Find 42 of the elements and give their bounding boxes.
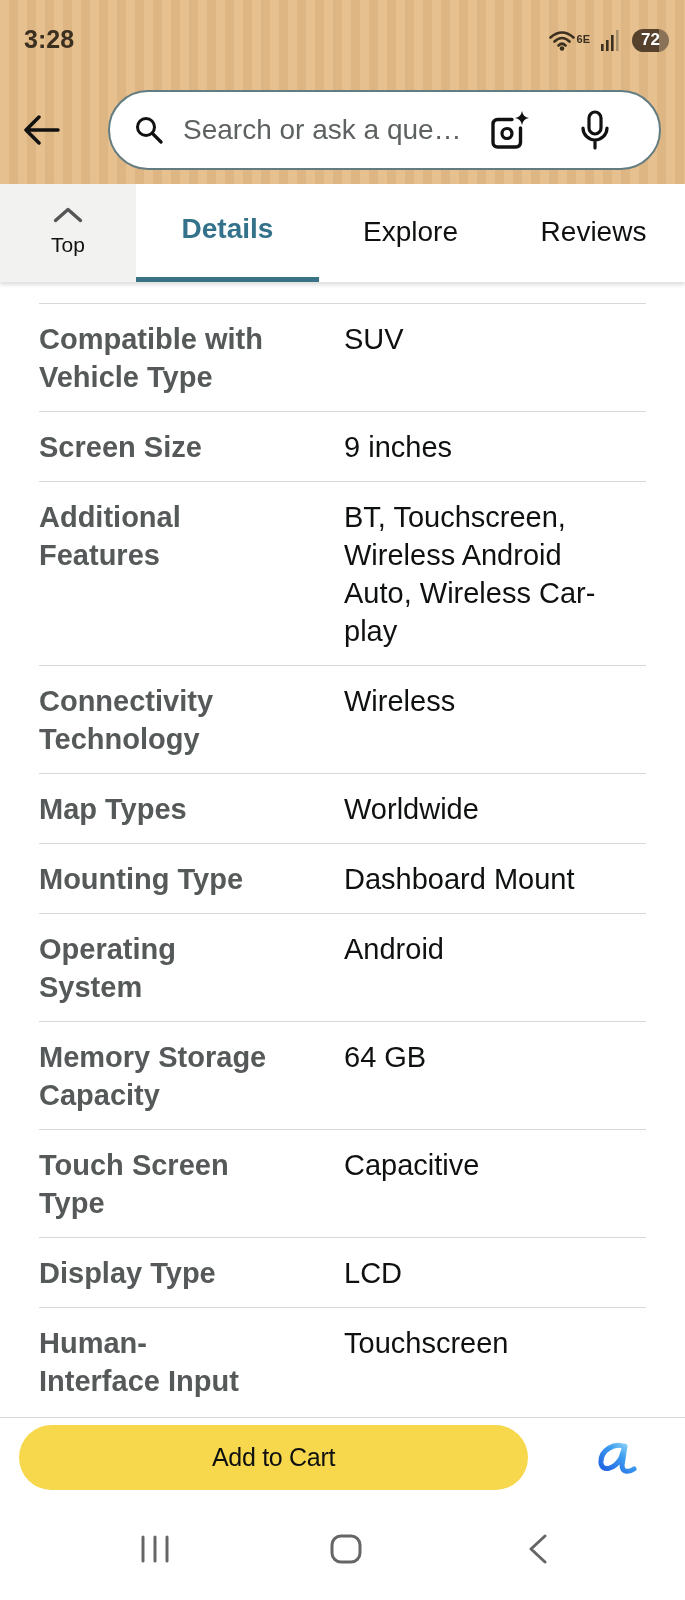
spec-label: Screen Size	[39, 430, 203, 465]
spec-label: Human-Interface Input	[39, 1326, 240, 1399]
spec-label: Compatible with Vehicle Type	[39, 322, 264, 395]
top-button[interactable]: Top	[0, 184, 136, 282]
spec-label: Display Type	[39, 1256, 217, 1291]
spec-label: Operating System	[39, 932, 177, 1005]
status-time: 3:28	[24, 24, 75, 56]
spec-value: Touchscreen	[344, 1326, 510, 1361]
wifi-icon	[548, 29, 575, 51]
chevron-up-icon	[53, 207, 83, 224]
spec-value: LCD	[344, 1256, 403, 1291]
add-to-cart-button[interactable]: Add to Cart	[19, 1425, 528, 1490]
loop-logo-icon[interactable]	[597, 1440, 637, 1475]
spec-value: Dashboard Mount	[344, 862, 576, 897]
spec-value: SUV	[344, 322, 405, 357]
spec-label: Touch Screen Type	[39, 1148, 230, 1221]
spec-label: Memory Storage Capacity	[39, 1040, 267, 1113]
spec-value: BT, Touchscreen, Wireless Android Auto, Wireless Car-play	[344, 500, 597, 649]
search-field[interactable]: Search or ask a que…	[108, 90, 661, 170]
spec-label: Map Types	[39, 792, 188, 827]
tab[interactable]: Explore	[319, 184, 502, 282]
battery-level: 72	[632, 28, 669, 52]
spec-label: Mounting Type	[39, 862, 245, 897]
camera-sparkle-icon[interactable]	[491, 111, 529, 149]
spec-value: Worldwide	[344, 792, 480, 827]
search-icon	[135, 116, 163, 144]
search-input[interactable]: Search or ask a que…	[183, 109, 483, 151]
spec-label: Additional Features	[39, 500, 182, 573]
recent-apps-icon[interactable]	[140, 1534, 170, 1563]
spec-value: Wireless	[344, 684, 457, 719]
spec-value: 9 inches	[344, 430, 453, 465]
network-label: 6E	[576, 31, 591, 47]
signal-bars-icon	[600, 29, 621, 51]
spec-value: Capacitive	[344, 1148, 481, 1183]
tab[interactable]: Reviews	[502, 184, 685, 282]
back-arrow-icon[interactable]	[24, 115, 60, 145]
home-icon[interactable]	[330, 1533, 362, 1564]
microphone-icon[interactable]	[579, 110, 611, 150]
spec-value: Android	[344, 932, 445, 967]
back-icon[interactable]	[528, 1533, 548, 1564]
spec-value: 64 GB	[344, 1040, 428, 1075]
spec-label: Connectivity Technology	[39, 684, 215, 757]
